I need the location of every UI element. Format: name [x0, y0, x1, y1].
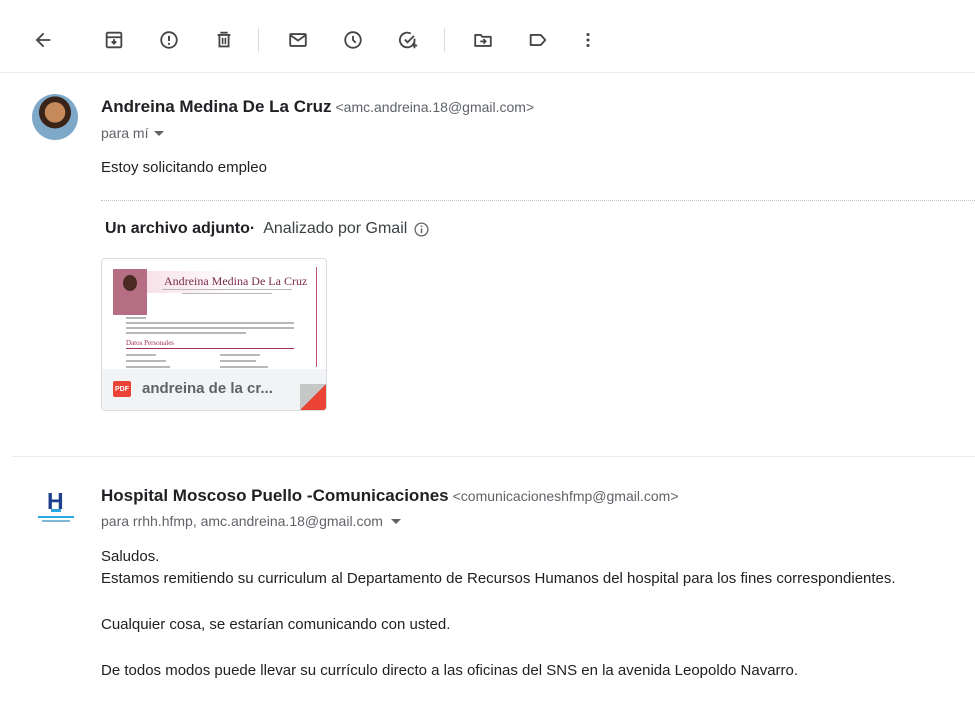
preview-text-line — [182, 293, 272, 294]
preview-text-line — [126, 360, 166, 362]
archive-button[interactable] — [96, 22, 132, 58]
preview-text-line — [220, 360, 256, 362]
preview-text-line — [126, 366, 170, 368]
recipients-text: para mí — [101, 125, 149, 141]
message-divider — [12, 456, 975, 457]
preview-text-line — [126, 354, 156, 356]
attachments-count: Un archivo adjunto — [105, 220, 250, 237]
logo-line — [42, 520, 70, 522]
message-body: Saludos. Estamos remitiendo su curriculu… — [101, 546, 896, 682]
bullet-separator: · — [249, 220, 256, 237]
logo-line — [38, 516, 74, 518]
preview-text-line — [126, 317, 146, 319]
archive-icon — [105, 31, 123, 49]
toolbar-divider — [444, 28, 445, 52]
preview-text-line — [220, 354, 260, 356]
sender-name[interactable]: Hospital Moscoso Puello -Comunicaciones — [101, 486, 449, 505]
logo-accent — [51, 509, 61, 512]
labels-button[interactable] — [520, 22, 556, 58]
move-to-button[interactable] — [465, 22, 501, 58]
chevron-down-icon[interactable] — [390, 518, 401, 524]
preview-title: Andreina Medina De La Cruz — [164, 274, 308, 288]
attachment-file-name[interactable]: andreina de la cr... — [142, 380, 282, 397]
attachments-divider — [101, 200, 975, 201]
scan-note: Analizado por Gmail — [263, 220, 408, 237]
preview-text-line — [126, 322, 294, 324]
mark-unread-button[interactable] — [280, 22, 316, 58]
clock-icon — [344, 31, 362, 49]
trash-icon — [217, 31, 231, 48]
body-line: Cualquier cosa, se estarían comunicando … — [101, 616, 451, 633]
move-to-folder-icon — [474, 34, 492, 47]
preview-photo — [113, 269, 147, 315]
page-curl-shadow — [300, 384, 326, 410]
chevron-down-icon[interactable] — [154, 130, 165, 136]
message-sender: Hospital Moscoso Puello -Comunicaciones <… — [101, 486, 679, 506]
add-task-button[interactable] — [390, 22, 426, 58]
preview-text-line — [126, 332, 246, 334]
preview-text-line — [126, 327, 294, 329]
report-spam-button[interactable] — [151, 22, 187, 58]
body-line: Estamos remitiendo su curriculum al Depa… — [101, 570, 896, 587]
more-options-button[interactable] — [570, 22, 606, 58]
body-line: De todos modos puede llevar su currículo… — [101, 662, 799, 679]
sender-email: <comunicacioneshfmp@gmail.com> — [452, 488, 679, 504]
hospital-logo-avatar[interactable]: H — [38, 488, 74, 528]
label-icon — [529, 34, 547, 46]
recipients-line: para rrhh.hfmp, amc.andreina.18@gmail.co… — [101, 513, 401, 529]
preview-section: Datos Personales — [126, 339, 175, 347]
toolbar-divider — [258, 28, 259, 52]
preview-text-line — [220, 366, 268, 368]
preview-section-line — [126, 348, 294, 349]
message-sender: Andreina Medina De La Cruz <amc.andreina.… — [101, 97, 534, 117]
report-spam-icon — [160, 31, 178, 49]
message-body: Estoy solicitando empleo — [101, 159, 267, 176]
preview-border — [316, 267, 317, 367]
message-toolbar — [0, 0, 975, 73]
recipients-text: para rrhh.hfmp, amc.andreina.18@gmail.co… — [101, 513, 383, 529]
attachments-heading: Un archivo adjunto · Analizado por Gmail — [105, 220, 430, 238]
recipients-line: para mí — [101, 125, 165, 141]
sender-name[interactable]: Andreina Medina De La Cruz — [101, 97, 331, 116]
sender-email: <amc.andreina.18@gmail.com> — [335, 99, 535, 115]
info-icon[interactable] — [413, 221, 430, 238]
body-line: Saludos. — [101, 548, 160, 565]
attachment-card[interactable]: Andreina Medina De La Cruz Datos Persona… — [101, 258, 327, 411]
snooze-button[interactable] — [335, 22, 371, 58]
preview-text-line — [162, 289, 292, 290]
add-task-icon — [398, 31, 418, 49]
delete-button[interactable] — [206, 22, 242, 58]
pdf-file-icon: PDF — [113, 381, 131, 397]
back-button[interactable] — [25, 22, 61, 58]
more-vert-icon — [586, 32, 590, 48]
arrow-left-icon — [35, 32, 51, 48]
attachment-preview[interactable]: Andreina Medina De La Cruz Datos Persona… — [102, 259, 326, 369]
sender-avatar[interactable] — [32, 94, 78, 140]
mail-icon — [289, 33, 307, 47]
